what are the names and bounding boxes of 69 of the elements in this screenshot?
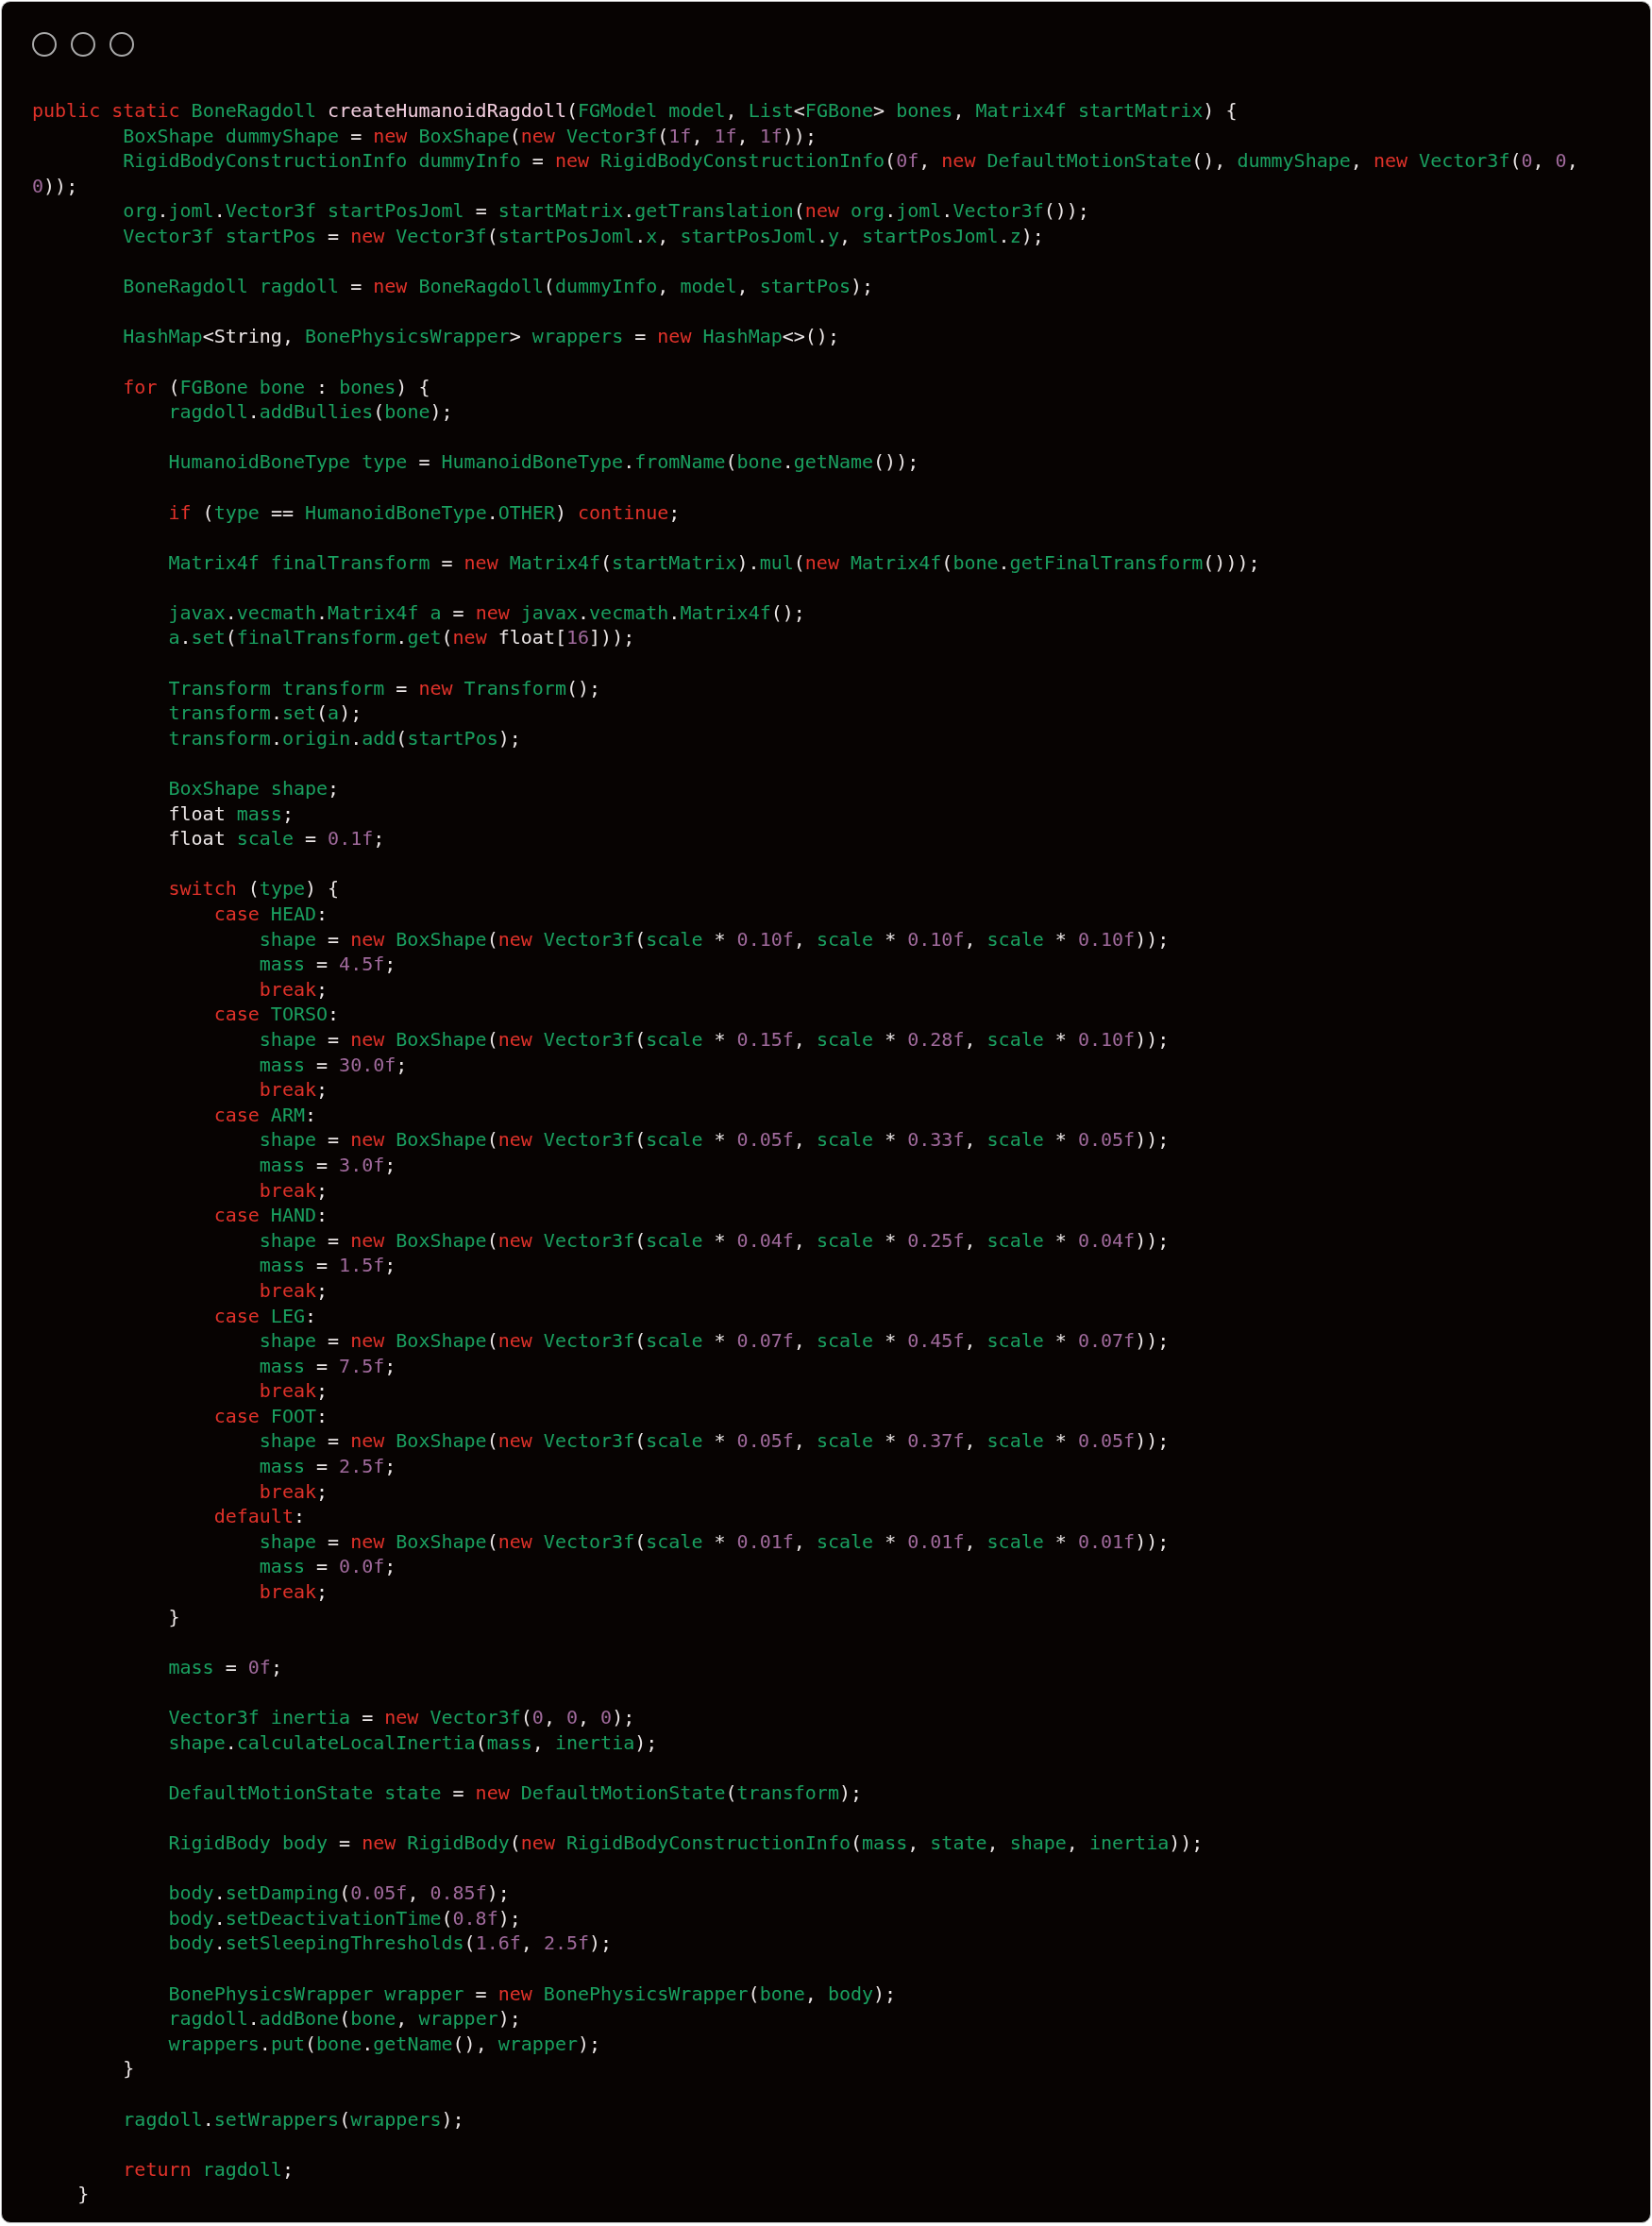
code-line: shape = new BoxShape(new Vector3f(scale * 0.04f, scale * 0.25f, scale * 0.04f)); bbox=[258, 1227, 1170, 1254]
code-line: DefaultMotionState state = new DefaultMotionState(transform); bbox=[167, 1779, 863, 1806]
code-line: mass = 1.5f; bbox=[258, 1253, 396, 1278]
code-line: mass = 2.5f; bbox=[258, 1454, 396, 1479]
code-line: case HAND: bbox=[212, 1203, 329, 1228]
code-line: switch (type) { bbox=[167, 876, 340, 902]
window-control-button[interactable] bbox=[32, 32, 57, 57]
code-line: ragdoll.addBullies(bone); bbox=[167, 399, 453, 425]
code-line: BoxShape dummyShape = new BoxShape(new Vector3f(1f, 1f, 1f)); bbox=[122, 123, 817, 149]
code-line: Transform transform = new Transform(); bbox=[167, 675, 601, 701]
code-line: break; bbox=[258, 1277, 329, 1304]
code-line: mass = 4.5f; bbox=[258, 952, 396, 977]
code-line: Vector3f inertia = new Vector3f(0, 0, 0); bbox=[167, 1705, 635, 1730]
code-line: HumanoidBoneType type = HumanoidBoneType.fromName(bone.getName()); bbox=[167, 449, 919, 475]
code-line: case TORSO: bbox=[212, 1002, 340, 1027]
code-line: wrappers.put(bone.getName(), wrapper); bbox=[167, 2031, 601, 2057]
code-line: shape = new BoxShape(new Vector3f(scale * 0.10f, scale * 0.10f, scale * 0.10f)); bbox=[258, 926, 1170, 953]
code-line: mass = 0f; bbox=[167, 1654, 282, 1680]
code-line: shape = new BoxShape(new Vector3f(scale * 0.07f, scale * 0.45f, scale * 0.07f)); bbox=[258, 1328, 1170, 1354]
code-line: BoxShape shape; bbox=[167, 776, 340, 801]
code-line: javax.vecmath.Matrix4f a = new javax.vecmath.Matrix4f(); bbox=[167, 599, 805, 626]
code-line: BoneRagdoll ragdoll = new BoneRagdoll(dummyInfo, model, startPos); bbox=[122, 274, 874, 299]
code-line: BonePhysicsWrapper wrapper = new BonePhysicsWrapper(bone, body); bbox=[167, 1981, 897, 2007]
code-line: break; bbox=[258, 1478, 329, 1505]
code-line: shape = new BoxShape(new Vector3f(scale * 0.05f, scale * 0.37f, scale * 0.05f)); bbox=[258, 1428, 1170, 1455]
code-line: org.joml.Vector3f startPosJoml = startMatrix.getTranslation(new org.joml.Vector3f()); bbox=[122, 198, 1089, 224]
code-line: 0)); bbox=[32, 173, 78, 199]
code-line: return ragdoll; bbox=[122, 2156, 294, 2183]
code-line: shape = new BoxShape(new Vector3f(scale * 0.15f, scale * 0.28f, scale * 0.10f)); bbox=[258, 1026, 1170, 1053]
code-line: HashMap<String, BonePhysicsWrapper> wrappers = new HashMap<>(); bbox=[122, 324, 839, 349]
code-line: break; bbox=[258, 1579, 329, 1605]
code-line: ragdoll.addBone(bone, wrapper); bbox=[167, 2006, 521, 2032]
code-line: RigidBody body = new RigidBody(new RigidBodyConstructionInfo(mass, state, shape, inertia)); bbox=[167, 1830, 1204, 1856]
code-line: case HEAD: bbox=[212, 902, 329, 927]
code-line: mass = 30.0f; bbox=[258, 1052, 408, 1078]
code-line: float mass; bbox=[167, 801, 294, 827]
code-line: ragdoll.setWrappers(wrappers); bbox=[122, 2106, 464, 2133]
code-line: mass = 3.0f; bbox=[258, 1152, 396, 1178]
code-line: mass = 0.0f; bbox=[258, 1554, 396, 1580]
code-line: shape.calculateLocalInertia(mass, inertia); bbox=[167, 1729, 658, 1756]
code-line: transform.set(a); bbox=[167, 700, 362, 726]
code-line: body.setDeactivationTime(0.8f); bbox=[167, 1905, 521, 1931]
code-line: body.setSleepingThresholds(1.6f, 2.5f); bbox=[167, 1931, 613, 1956]
code-line: } bbox=[122, 2056, 135, 2082]
code-line: } bbox=[167, 1604, 180, 1630]
code-line: shape = new BoxShape(new Vector3f(scale * 0.01f, scale * 0.01f, scale * 0.01f)); bbox=[258, 1528, 1170, 1555]
code-line: if (type == HumanoidBoneType.OTHER) continue; bbox=[167, 499, 681, 526]
code-line: body.setDamping(0.05f, 0.85f); bbox=[167, 1880, 510, 1906]
code-line: } bbox=[76, 2182, 90, 2207]
code-line: break; bbox=[258, 1077, 329, 1103]
code-line: for (FGBone bone : bones) { bbox=[122, 374, 430, 400]
code-line: RigidBodyConstructionInfo dummyInfo = new RigidBodyConstructionInfo(0f, new DefaultMotionState(), dummyShape, new Vector3f(0, 0, bbox=[122, 148, 1578, 174]
code-line: a.set(finalTransform.get(new float[16])); bbox=[167, 625, 635, 651]
code-line: break; bbox=[258, 1177, 329, 1204]
code-line: case FOOT: bbox=[212, 1403, 329, 1429]
code-line: float scale = 0.1f; bbox=[167, 826, 385, 852]
code-line: break; bbox=[258, 1378, 329, 1404]
code-line: break; bbox=[258, 976, 329, 1003]
code-line: public static BoneRagdoll createHumanoidRagdoll(FGModel model, List<FGBone> bones, Matrix4f startMatrix) { bbox=[32, 98, 1238, 124]
window-control-button[interactable] bbox=[110, 32, 134, 57]
code-line: case LEG: bbox=[212, 1303, 317, 1329]
code-line: shape = new BoxShape(new Vector3f(scale * 0.05f, scale * 0.33f, scale * 0.05f)); bbox=[258, 1127, 1170, 1153]
code-line: Vector3f startPos = new Vector3f(startPosJoml.x, startPosJoml.y, startPosJoml.z); bbox=[122, 223, 1044, 249]
code-line: mass = 7.5f; bbox=[258, 1353, 396, 1379]
code-line: Matrix4f finalTransform = new Matrix4f(startMatrix).mul(new Matrix4f(bone.getFinalTransform())); bbox=[167, 549, 1260, 576]
code-line: transform.origin.add(startPos); bbox=[167, 725, 521, 751]
code-line: default: bbox=[212, 1504, 305, 1529]
window-control-button[interactable] bbox=[71, 32, 95, 57]
code-line: case ARM: bbox=[212, 1102, 317, 1128]
